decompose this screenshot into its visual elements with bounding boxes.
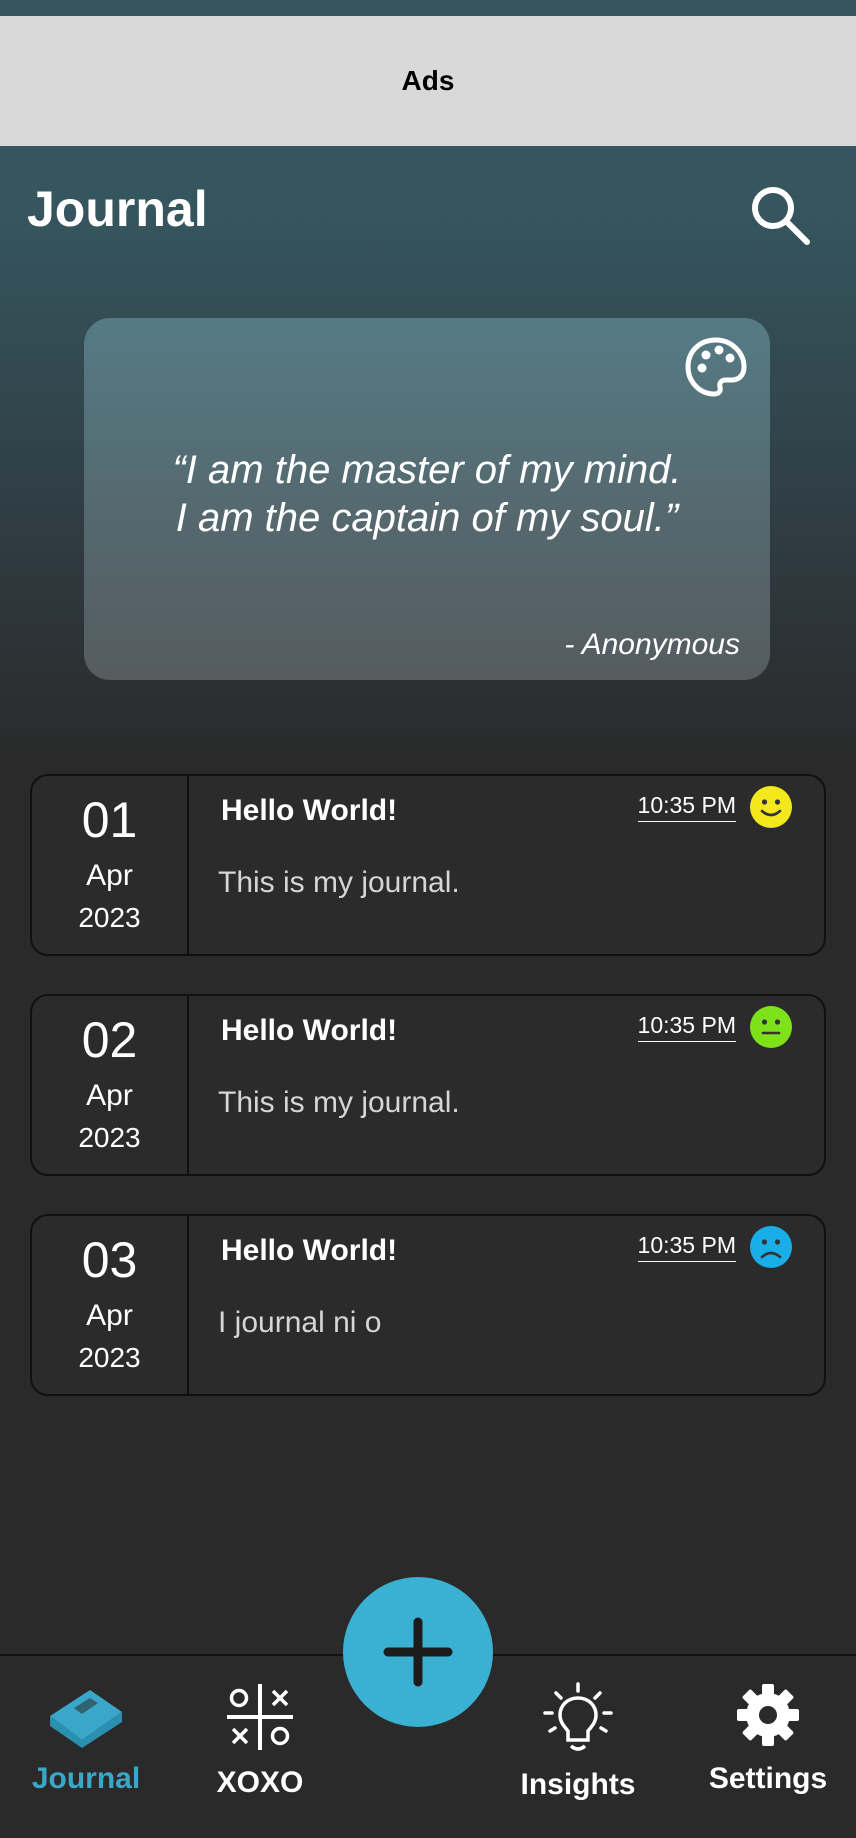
quote-card: “I am the master of my mind. I am the ca… (84, 318, 770, 680)
entry-month: Apr (86, 859, 133, 892)
nav-label-insights: Insights (520, 1768, 636, 1801)
lightbulb-icon (543, 1682, 613, 1751)
nav-label-xoxo: XOXO (216, 1766, 304, 1799)
journal-entry-card[interactable]: 02 Apr 2023 Hello World! This is my jour… (30, 994, 826, 1176)
tic-tac-toe-icon (227, 1684, 293, 1750)
entry-year: 2023 (78, 902, 141, 933)
entry-time: 10:35 PM (637, 1012, 736, 1042)
ads-banner[interactable]: Ads (0, 16, 856, 146)
entry-year: 2023 (78, 1122, 141, 1153)
entry-day: 02 (81, 1012, 138, 1068)
nav-label-journal: Journal (31, 1762, 141, 1795)
happy-face-icon (750, 786, 792, 828)
entry-time: 10:35 PM (637, 1232, 736, 1262)
entry-month: Apr (86, 1299, 133, 1332)
nav-item-xoxo[interactable]: XOXO (200, 1656, 320, 1838)
add-entry-button[interactable] (343, 1577, 493, 1727)
entry-title: Hello World! (221, 794, 398, 827)
palette-icon[interactable] (684, 336, 748, 400)
entry-body: This is my journal. (218, 866, 460, 899)
entry-date: 03 Apr 2023 (32, 1216, 189, 1394)
entry-title: Hello World! (221, 1234, 398, 1267)
nav-item-settings[interactable]: Settings (696, 1656, 840, 1838)
entry-title: Hello World! (221, 1014, 398, 1047)
neutral-face-icon (750, 1006, 792, 1048)
entry-month: Apr (86, 1079, 133, 1112)
quote-text: “I am the master of my mind. I am the ca… (172, 448, 682, 540)
journal-entry-card[interactable]: 01 Apr 2023 Hello World! This is my jour… (30, 774, 826, 956)
page-title: Journal (27, 181, 208, 237)
quote-author: - Anonymous (564, 628, 740, 661)
entry-year: 2023 (78, 1342, 141, 1373)
entry-date: 01 Apr 2023 (32, 776, 189, 954)
search-icon[interactable] (745, 180, 815, 250)
ads-label: Ads (401, 65, 455, 96)
nav-item-journal[interactable]: Journal (18, 1656, 154, 1838)
sad-face-icon (750, 1226, 792, 1268)
entry-day: 01 (81, 792, 138, 848)
book-icon (50, 1690, 122, 1748)
entry-body: This is my journal. (218, 1086, 460, 1119)
entry-body: I journal ni o (218, 1306, 382, 1339)
entry-day: 03 (81, 1232, 138, 1288)
entry-time: 10:35 PM (637, 792, 736, 822)
entry-date: 02 Apr 2023 (32, 996, 189, 1174)
journal-entry-card[interactable]: 03 Apr 2023 Hello World! I journal ni o … (30, 1214, 826, 1396)
gear-icon (737, 1684, 799, 1746)
plus-icon (383, 1617, 453, 1687)
nav-label-settings: Settings (708, 1762, 828, 1795)
nav-item-insights[interactable]: Insights (510, 1656, 646, 1838)
